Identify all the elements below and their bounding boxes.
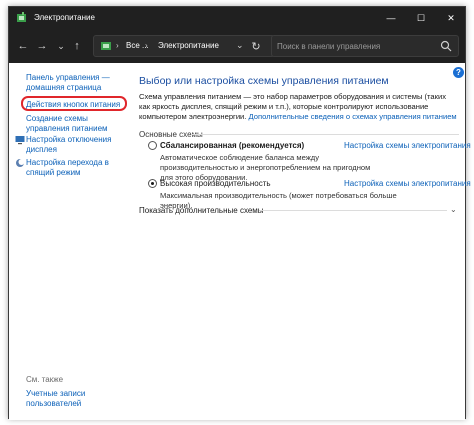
sidebar-link-user-accounts[interactable]: Учетные записи пользователей <box>26 389 96 409</box>
forward-arrow-icon[interactable]: → <box>34 38 50 54</box>
page-description: Схема управления питанием — это набор па… <box>139 92 457 122</box>
help-icon[interactable]: ? <box>453 67 464 78</box>
sleep-moon-icon <box>16 159 25 167</box>
content-area: Панель управления — домашняя страница Де… <box>9 63 471 420</box>
search-icon[interactable] <box>440 40 452 52</box>
sidebar-link-create-plan[interactable]: Создание схемы управления питанием <box>26 114 121 134</box>
sidebar-link-power-buttons[interactable]: Действия кнопок питания <box>26 100 126 110</box>
power-options-window: Электропитание — ☐ ✕ ← → ⌄ ↑ › Все ... ›… <box>8 6 471 420</box>
divider <box>191 134 459 135</box>
display-icon <box>15 136 25 145</box>
chevron-down-icon[interactable]: ⌄ <box>450 205 457 214</box>
sidebar-link-display-off[interactable]: Настройка отключения дисплея <box>26 135 121 155</box>
divider <box>259 210 447 211</box>
balanced-plan-name[interactable]: Сбалансированная (рекомендуется) <box>160 141 304 150</box>
address-dropdown-icon[interactable]: ⌄ <box>236 40 244 51</box>
refresh-icon[interactable]: ↻ <box>248 38 264 54</box>
high-performance-plan-name[interactable]: Высокая производительность <box>160 179 271 188</box>
high-performance-plan-settings-link[interactable]: Настройка схемы электропитания <box>344 179 471 188</box>
sidebar: Панель управления — домашняя страница Де… <box>9 63 127 420</box>
up-arrow-icon[interactable]: ↑ <box>69 38 85 54</box>
minimize-button[interactable]: — <box>376 7 406 29</box>
navigation-bar: ← → ⌄ ↑ › Все ... › Электропитание ⌄ ↻ <box>9 29 465 63</box>
balanced-plan-radio[interactable] <box>148 141 157 150</box>
recent-locations-chevron-icon[interactable]: ⌄ <box>53 38 69 54</box>
high-performance-plan-radio[interactable] <box>148 179 157 188</box>
sidebar-link-home[interactable]: Панель управления — домашняя страница <box>26 73 121 93</box>
control-panel-icon <box>101 42 111 50</box>
balanced-plan-settings-link[interactable]: Настройка схемы электропитания <box>344 141 471 150</box>
title-bar: Электропитание — ☐ ✕ <box>9 7 465 29</box>
maximize-button[interactable]: ☐ <box>406 7 436 29</box>
see-also-label: См. также <box>26 375 64 384</box>
breadcrumb-separator: › <box>145 41 148 50</box>
search-box[interactable] <box>271 35 459 57</box>
power-options-icon <box>17 12 26 22</box>
breadcrumb-power[interactable]: Электропитание <box>158 41 219 50</box>
show-more-plans-toggle[interactable]: Показать дополнительные схемы <box>139 206 264 215</box>
description-link[interactable]: Дополнительные сведения о схемах управле… <box>249 112 457 121</box>
back-arrow-icon[interactable]: ← <box>15 38 31 54</box>
sidebar-link-sleep[interactable]: Настройка перехода в спящий режим <box>26 158 121 178</box>
search-input[interactable] <box>277 39 437 53</box>
page-title: Выбор или настройка схемы управления пит… <box>139 75 389 87</box>
window-title: Электропитание <box>34 13 95 22</box>
close-button[interactable]: ✕ <box>436 7 466 29</box>
breadcrumb-separator: › <box>116 41 119 50</box>
